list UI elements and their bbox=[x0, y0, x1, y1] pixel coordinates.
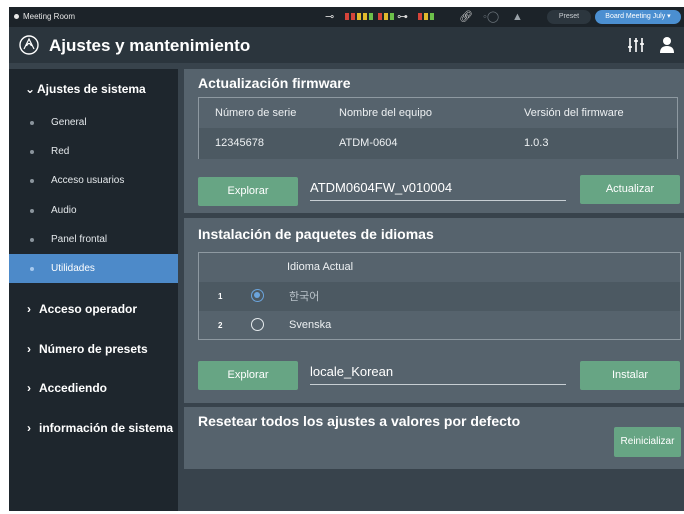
chevron-right-icon: › bbox=[27, 342, 31, 356]
table-row: 12345678 ATDM-0604 1.0.3 bbox=[199, 128, 677, 159]
chevron-right-icon: › bbox=[27, 381, 31, 395]
user-icon[interactable] bbox=[659, 36, 675, 54]
output-icon: ⊶ bbox=[397, 11, 408, 23]
sidebar-section-logging[interactable]: › Accediendo bbox=[9, 370, 178, 406]
sidebar-item-utilities[interactable]: Utilidades bbox=[9, 254, 178, 283]
sidebar-item-front-panel[interactable]: Panel frontal bbox=[9, 225, 178, 254]
sidebar: ⌄ Ajustes de sistema General Red Acceso u… bbox=[9, 69, 178, 511]
preset-label: Preset bbox=[547, 10, 591, 24]
firmware-version-value: 1.0.3 bbox=[524, 137, 549, 149]
row-number: 1 bbox=[218, 292, 223, 301]
page-header: Ajustes y mantenimiento bbox=[9, 27, 684, 63]
status-bar: Meeting Room ⊸ ⊶ 🔗︎ ◦◯ ▲ Preset Board Me… bbox=[9, 7, 684, 27]
input-icon: ⊸ bbox=[325, 11, 335, 23]
audio-technica-logo-icon bbox=[19, 35, 39, 55]
sidebar-section-label: Accediendo bbox=[39, 381, 108, 395]
list-item[interactable]: 1 한국어 bbox=[199, 282, 680, 311]
firmware-browse-button[interactable]: Explorar bbox=[198, 177, 298, 206]
col-serial-header: Número de serie bbox=[215, 107, 297, 119]
sidebar-item-network[interactable]: Red bbox=[9, 137, 178, 166]
language-name: 한국어 bbox=[289, 291, 320, 303]
row-number: 2 bbox=[218, 321, 223, 330]
reset-panel: Resetear todos los ajustes a valores por… bbox=[184, 407, 684, 469]
col-device-name-header: Nombre del equipo bbox=[339, 107, 432, 119]
chevron-right-icon: › bbox=[27, 302, 31, 316]
firmware-file-field[interactable]: ATDM0604FW_v010004 bbox=[310, 177, 566, 201]
sidebar-section-system-info[interactable]: › información de sistema bbox=[9, 410, 178, 446]
firmware-table: Número de serie Nombre del equipo Versió… bbox=[198, 97, 678, 159]
language-install-button[interactable]: Instalar bbox=[580, 361, 680, 390]
sidebar-section-system-settings[interactable]: ⌄ Ajustes de sistema bbox=[9, 71, 178, 107]
sidebar-section-label: Ajustes de sistema bbox=[37, 82, 146, 96]
language-title: Instalación de paquetes de idiomas bbox=[198, 226, 434, 242]
language-radio-button[interactable] bbox=[251, 289, 264, 302]
language-file-field[interactable]: locale_Korean bbox=[310, 361, 566, 385]
mixer-icon[interactable] bbox=[627, 36, 645, 54]
room-indicator-icon bbox=[14, 14, 19, 19]
table-header-row: Número de serie Nombre del equipo Versió… bbox=[199, 98, 677, 128]
sidebar-section-operator-access[interactable]: › Acceso operador bbox=[9, 291, 178, 327]
output-level-meter bbox=[418, 13, 434, 20]
link-icon: 🔗︎ bbox=[459, 11, 473, 23]
col-current-language-header: Idioma Actual bbox=[287, 261, 354, 273]
sidebar-section-label: Número de presets bbox=[39, 342, 148, 356]
sidebar-section-label: Acceso operador bbox=[39, 302, 138, 316]
list-item[interactable]: 2 Svenska bbox=[199, 311, 680, 340]
sidebar-section-presets[interactable]: › Número de presets bbox=[9, 331, 178, 367]
language-panel: Instalación de paquetes de idiomas Idiom… bbox=[184, 218, 684, 403]
chevron-right-icon: › bbox=[27, 421, 31, 435]
table-header-row: Idioma Actual bbox=[199, 253, 680, 282]
language-table: Idioma Actual 1 한국어 2 Svenska bbox=[198, 252, 681, 340]
wireless-icon: ◦◯ bbox=[483, 11, 500, 23]
firmware-update-button[interactable]: Actualizar bbox=[580, 175, 680, 204]
sidebar-item-audio[interactable]: Audio bbox=[9, 196, 178, 225]
language-radio-button[interactable] bbox=[251, 318, 264, 331]
input-level-meter bbox=[345, 13, 394, 20]
language-browse-button[interactable]: Explorar bbox=[198, 361, 298, 390]
warning-icon: ▲ bbox=[512, 11, 523, 23]
firmware-panel: Actualización firmware Número de serie N… bbox=[184, 69, 684, 213]
language-name: Svenska bbox=[289, 319, 332, 331]
sidebar-item-general[interactable]: General bbox=[9, 108, 178, 137]
device-name-value: ATDM-0604 bbox=[339, 137, 398, 149]
chevron-down-icon: ⌄ bbox=[25, 82, 36, 96]
preset-dropdown[interactable]: Board Meeting July ▾ bbox=[595, 10, 681, 24]
room-name: Meeting Room bbox=[23, 12, 76, 21]
serial-value: 12345678 bbox=[215, 137, 264, 149]
reset-button[interactable]: Reinicializar bbox=[614, 427, 681, 457]
sidebar-section-label: información de sistema bbox=[39, 421, 174, 435]
col-firmware-version-header: Versión del firmware bbox=[524, 107, 624, 119]
page-title: Ajustes y mantenimiento bbox=[49, 36, 251, 55]
reset-title: Resetear todos los ajustes a valores por… bbox=[198, 413, 521, 429]
sidebar-item-user-access[interactable]: Acceso usuarios bbox=[9, 166, 178, 195]
app-window: Meeting Room ⊸ ⊶ 🔗︎ ◦◯ ▲ Preset Board Me… bbox=[9, 7, 684, 511]
firmware-title: Actualización firmware bbox=[198, 75, 351, 91]
